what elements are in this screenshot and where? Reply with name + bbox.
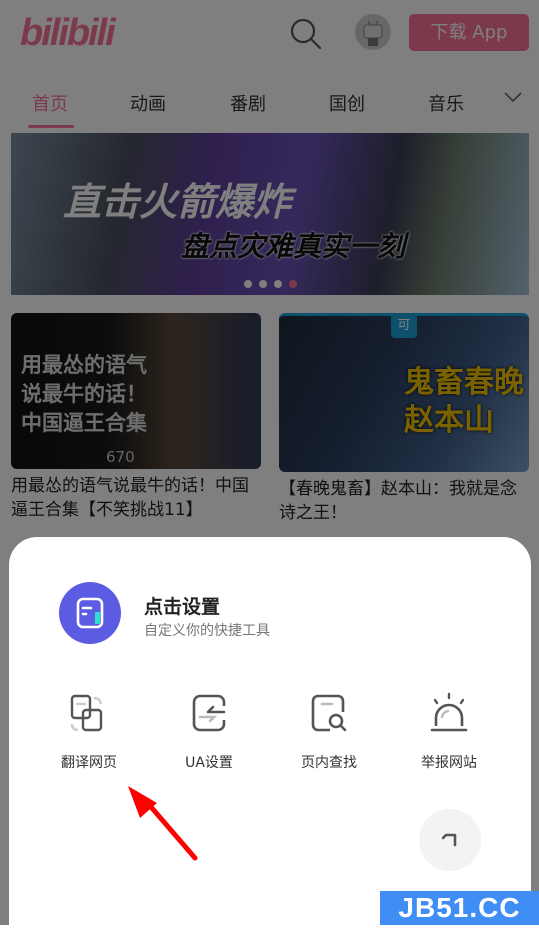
tool-label: 页内查找	[301, 755, 357, 771]
tool-label: 举报网站	[421, 755, 477, 771]
find-in-page-icon	[311, 694, 347, 732]
ua-settings-icon	[192, 694, 226, 732]
sheet-subtitle: 自定义你的快捷工具	[144, 623, 270, 639]
quick-tools-sheet: 点击设置 自定义你的快捷工具 翻译网页 UA设置 页内查找 举报网站	[9, 537, 531, 937]
tool-find-in-page[interactable]: 页内查找	[279, 692, 379, 772]
tool-ua-settings[interactable]: UA设置	[159, 692, 259, 772]
tool-report-site[interactable]: 举报网站	[399, 692, 499, 772]
translate-icon	[70, 694, 103, 732]
sheet-title[interactable]: 点击设置	[144, 592, 220, 619]
tool-label: 翻译网页	[61, 755, 117, 771]
report-alarm-icon	[430, 692, 468, 732]
back-button[interactable]	[419, 809, 481, 871]
tool-label: UA设置	[185, 755, 233, 771]
annotation-arrow-icon	[128, 786, 198, 861]
tool-translate-page[interactable]: 翻译网页	[39, 692, 139, 772]
back-arrow-icon	[441, 833, 457, 847]
customize-tools-icon[interactable]	[59, 582, 121, 644]
watermark: JB51.CC	[380, 891, 539, 925]
